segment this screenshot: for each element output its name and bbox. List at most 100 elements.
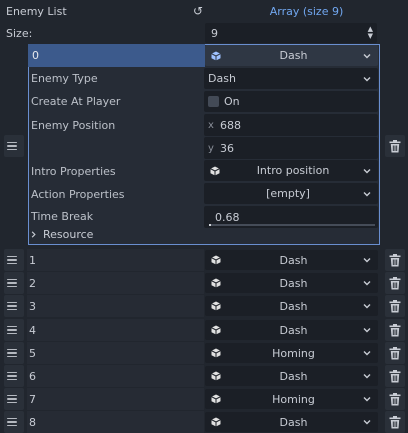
item-resource-picker[interactable]: Dash (205, 273, 378, 293)
item-row[interactable] (27, 342, 204, 364)
item-index-label: 8 (29, 415, 36, 429)
item-0-resource-picker[interactable]: Dash (205, 45, 378, 66)
resource-cube-icon (211, 348, 221, 358)
checkbox-icon (208, 96, 219, 107)
resource-cube-icon (211, 371, 221, 381)
trash-icon (389, 139, 401, 152)
item-remove-button[interactable] (385, 272, 405, 294)
item-resource-picker[interactable]: Dash (205, 320, 378, 340)
trash-icon (389, 369, 401, 382)
action-properties-value: [empty] (266, 187, 310, 200)
chevron-down-icon (363, 304, 371, 309)
item-remove-button[interactable] (385, 411, 405, 433)
item-remove-button[interactable] (385, 295, 405, 317)
item-resource-name: Dash (279, 299, 308, 313)
item-resource-picker[interactable]: Homing (205, 389, 378, 409)
size-label: Size: (6, 26, 33, 40)
create-at-player-checkbox[interactable]: On (204, 91, 378, 112)
enemy-type-dropdown[interactable]: Dash (204, 68, 378, 89)
chevron-down-icon (363, 374, 371, 379)
action-properties-picker[interactable]: [empty] (204, 183, 378, 204)
time-break-value: 0.68 (215, 210, 240, 224)
item-resource-picker[interactable]: Dash (205, 366, 378, 386)
item-0-resource-name: Dash (279, 49, 308, 62)
enemy-position-x-field[interactable]: x 688 (204, 114, 378, 136)
item-drag-handle[interactable] (4, 388, 24, 410)
array-size-button[interactable]: Array (size 9) (205, 0, 408, 22)
resource-cube-icon (210, 166, 220, 175)
item-resource-picker[interactable]: Dash (205, 412, 378, 432)
drag-handle-icon (7, 346, 21, 360)
resource-cube-icon (211, 255, 221, 265)
item-remove-button[interactable] (385, 365, 405, 387)
intro-properties-label: Intro Properties (31, 164, 116, 178)
item-index-label: 0 (28, 44, 205, 67)
drag-handle-icon (7, 253, 21, 267)
item-index-label: 3 (29, 299, 36, 313)
intro-properties-value: Intro position (256, 164, 330, 177)
item-resource-picker[interactable]: Dash (205, 250, 378, 270)
item-remove-button[interactable] (385, 319, 405, 341)
item-resource-name: Homing (272, 392, 315, 406)
resource-section-label: Resource (43, 227, 94, 241)
item-row[interactable] (27, 295, 204, 317)
chevron-down-icon (363, 328, 371, 333)
enemy-position-y-field[interactable]: y 36 (204, 137, 378, 159)
spin-arrows-icon[interactable]: ▲ ▼ (368, 26, 373, 40)
x-axis-label: x (208, 119, 214, 131)
enemy-position-x-value: 688 (220, 118, 241, 132)
create-at-player-label: Create At Player (31, 94, 121, 108)
chevron-down-icon (363, 76, 371, 81)
item-drag-handle[interactable] (4, 319, 24, 341)
item-row[interactable] (27, 388, 204, 410)
drag-handle-icon (7, 415, 21, 429)
item-index-label: 7 (29, 392, 36, 406)
item-drag-handle[interactable] (4, 295, 24, 317)
chevron-down-icon (363, 351, 371, 356)
item-drag-handle[interactable] (4, 342, 24, 364)
item-0-drag-handle[interactable] (4, 135, 24, 157)
chevron-right-icon (31, 230, 36, 238)
trash-icon (389, 415, 401, 428)
time-break-track (209, 224, 375, 226)
item-row[interactable] (27, 411, 204, 433)
item-resource-name: Dash (279, 415, 308, 429)
item-resource-name: Dash (279, 276, 308, 290)
item-drag-handle[interactable] (4, 272, 24, 294)
item-remove-button[interactable] (385, 342, 405, 364)
item-drag-handle[interactable] (4, 411, 24, 433)
item-row[interactable] (27, 319, 204, 341)
item-drag-handle[interactable] (4, 365, 24, 387)
enemy-type-value: Dash (208, 72, 236, 85)
trash-icon (389, 346, 401, 359)
item-remove-button[interactable] (385, 249, 405, 271)
property-label-enemy-list: Enemy List (6, 4, 67, 18)
enemy-position-label: Enemy Position (31, 118, 116, 132)
size-spinbox[interactable]: 9 ▲ ▼ (205, 23, 377, 43)
item-row[interactable] (27, 272, 204, 294)
item-index-label: 2 (29, 276, 36, 290)
drag-handle-icon (7, 323, 21, 337)
drag-handle-icon (7, 139, 21, 153)
item-resource-picker[interactable]: Dash (205, 296, 378, 316)
item-resource-name: Dash (279, 369, 308, 383)
resource-section-toggle[interactable]: Resource (29, 225, 93, 243)
item-drag-handle[interactable] (4, 249, 24, 271)
intro-properties-picker[interactable]: Intro position (204, 160, 378, 181)
item-resource-picker[interactable]: Homing (205, 343, 378, 363)
enemy-type-label: Enemy Type (31, 71, 98, 85)
item-resource-name: Dash (279, 253, 308, 267)
chevron-down-icon (363, 191, 371, 196)
enemy-position-y-value: 36 (220, 141, 234, 155)
item-index-label: 4 (29, 323, 36, 337)
action-properties-label: Action Properties (31, 187, 125, 201)
y-axis-label: y (208, 142, 214, 154)
resource-cube-icon (211, 278, 221, 288)
revert-icon[interactable]: ↺ (191, 4, 205, 18)
item-row[interactable] (27, 249, 204, 271)
item-0-remove-button[interactable] (385, 135, 405, 157)
item-remove-button[interactable] (385, 388, 405, 410)
size-value: 9 (211, 26, 218, 40)
item-row[interactable] (27, 365, 204, 387)
item-index-label: 5 (29, 346, 36, 360)
